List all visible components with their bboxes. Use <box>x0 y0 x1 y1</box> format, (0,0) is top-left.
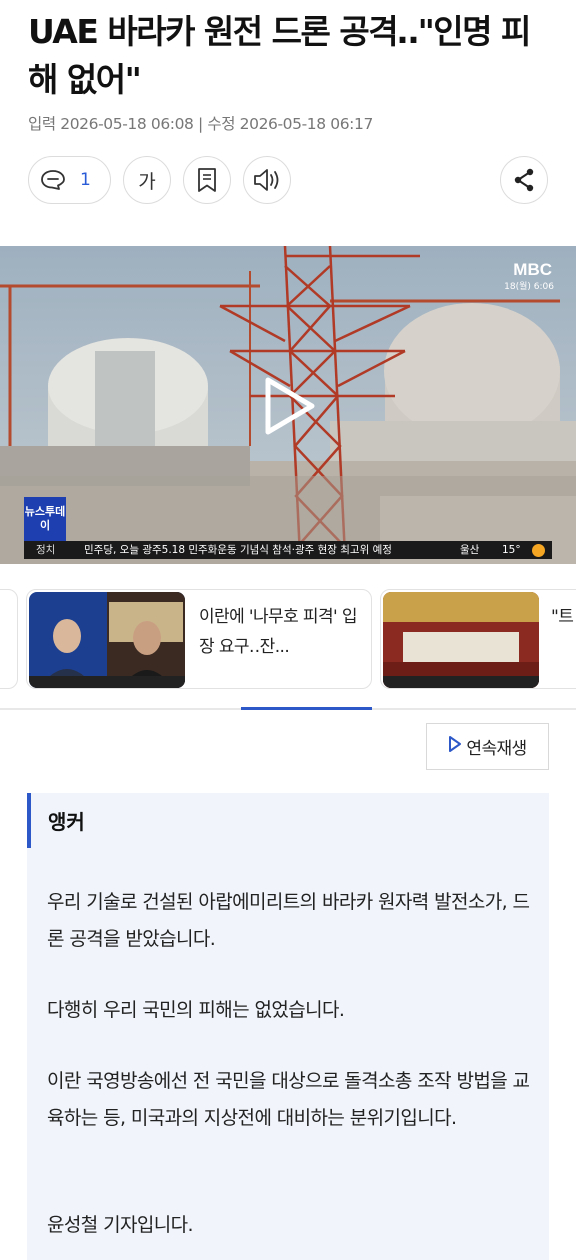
channel-time: 18(월) 6:06 <box>504 282 554 292</box>
related-video-thumbnail <box>383 592 539 688</box>
sun-icon <box>532 544 545 557</box>
comment-button[interactable]: 1 <box>28 156 111 204</box>
article-paragraph: 이란 국영방송에선 전 국민을 대상으로 돌격소총 조작 방법을 교육하는 등,… <box>47 1070 530 1129</box>
carousel-progress-indicator <box>241 707 372 710</box>
autoplay-button[interactable]: 연속재생 <box>426 723 549 770</box>
related-video-thumbnail <box>29 592 185 688</box>
play-outline-icon <box>448 735 462 758</box>
text-to-speech-button[interactable] <box>243 156 291 204</box>
article-toolbar: 1 가 <box>28 156 548 204</box>
related-video-card[interactable]: 이란에 '나무호 피격' 입장 요구‥잔... <box>26 589 372 689</box>
article-dates: 입력 2026-05-18 06:08 | 수정 2026-05-18 06:1… <box>28 115 373 133</box>
related-video-card[interactable]: "트 반미 <box>380 589 576 689</box>
comment-icon <box>40 168 66 192</box>
program-badge: 뉴스투데이 <box>24 497 66 541</box>
related-video-title: "트 반미 <box>551 607 576 627</box>
weather-temp: 15° <box>502 544 521 556</box>
weather-region: 울산 <box>460 544 480 556</box>
news-ticker: 정치 민주당, 오늘 광주5.18 민주화운동 기념식 참석·광주 현장 최고위… <box>24 541 552 559</box>
video-player[interactable]: MBC 18(월) 6:06 뉴스투데이 정치 민주당, 오늘 광주5.18 민… <box>0 246 576 564</box>
bookmark-button[interactable] <box>183 156 231 204</box>
speaker-icon <box>252 167 282 193</box>
autoplay-label: 연속재생 <box>466 739 527 759</box>
channel-logo: MBC <box>513 260 552 279</box>
ticker-category: 정치 <box>36 544 56 556</box>
anchor-marker <box>27 793 31 848</box>
related-videos-carousel[interactable]: 이란에 '나무호 피격' 입장 요구‥잔... "트 반미 <box>0 589 576 689</box>
bookmark-icon <box>196 167 218 193</box>
play-icon[interactable] <box>262 376 318 440</box>
article-paragraph: 다행히 우리 국민의 피해는 없었습니다. <box>47 999 345 1021</box>
anchor-label: 앵커 <box>48 810 85 834</box>
font-size-button[interactable]: 가 <box>123 156 171 204</box>
article-paragraph: 윤성철 기자입니다. <box>47 1214 194 1236</box>
related-video-title: 이란에 '나무호 피격' 입장 요구‥잔... <box>199 607 358 657</box>
article-headline: UAE 바라카 원전 드론 공격‥"인명 피해 없어" <box>28 12 531 99</box>
comment-count: 1 <box>80 170 91 190</box>
share-button[interactable] <box>500 156 548 204</box>
article-paragraph: 우리 기술로 건설된 아랍에미리트의 바라카 원자력 발전소가, 드론 공격을 … <box>47 891 530 950</box>
related-video-card[interactable] <box>0 589 18 689</box>
share-icon <box>512 167 536 193</box>
ticker-text: 민주당, 오늘 광주5.18 민주화운동 기념식 참석·광주 현장 최고위 예정 <box>84 544 392 556</box>
